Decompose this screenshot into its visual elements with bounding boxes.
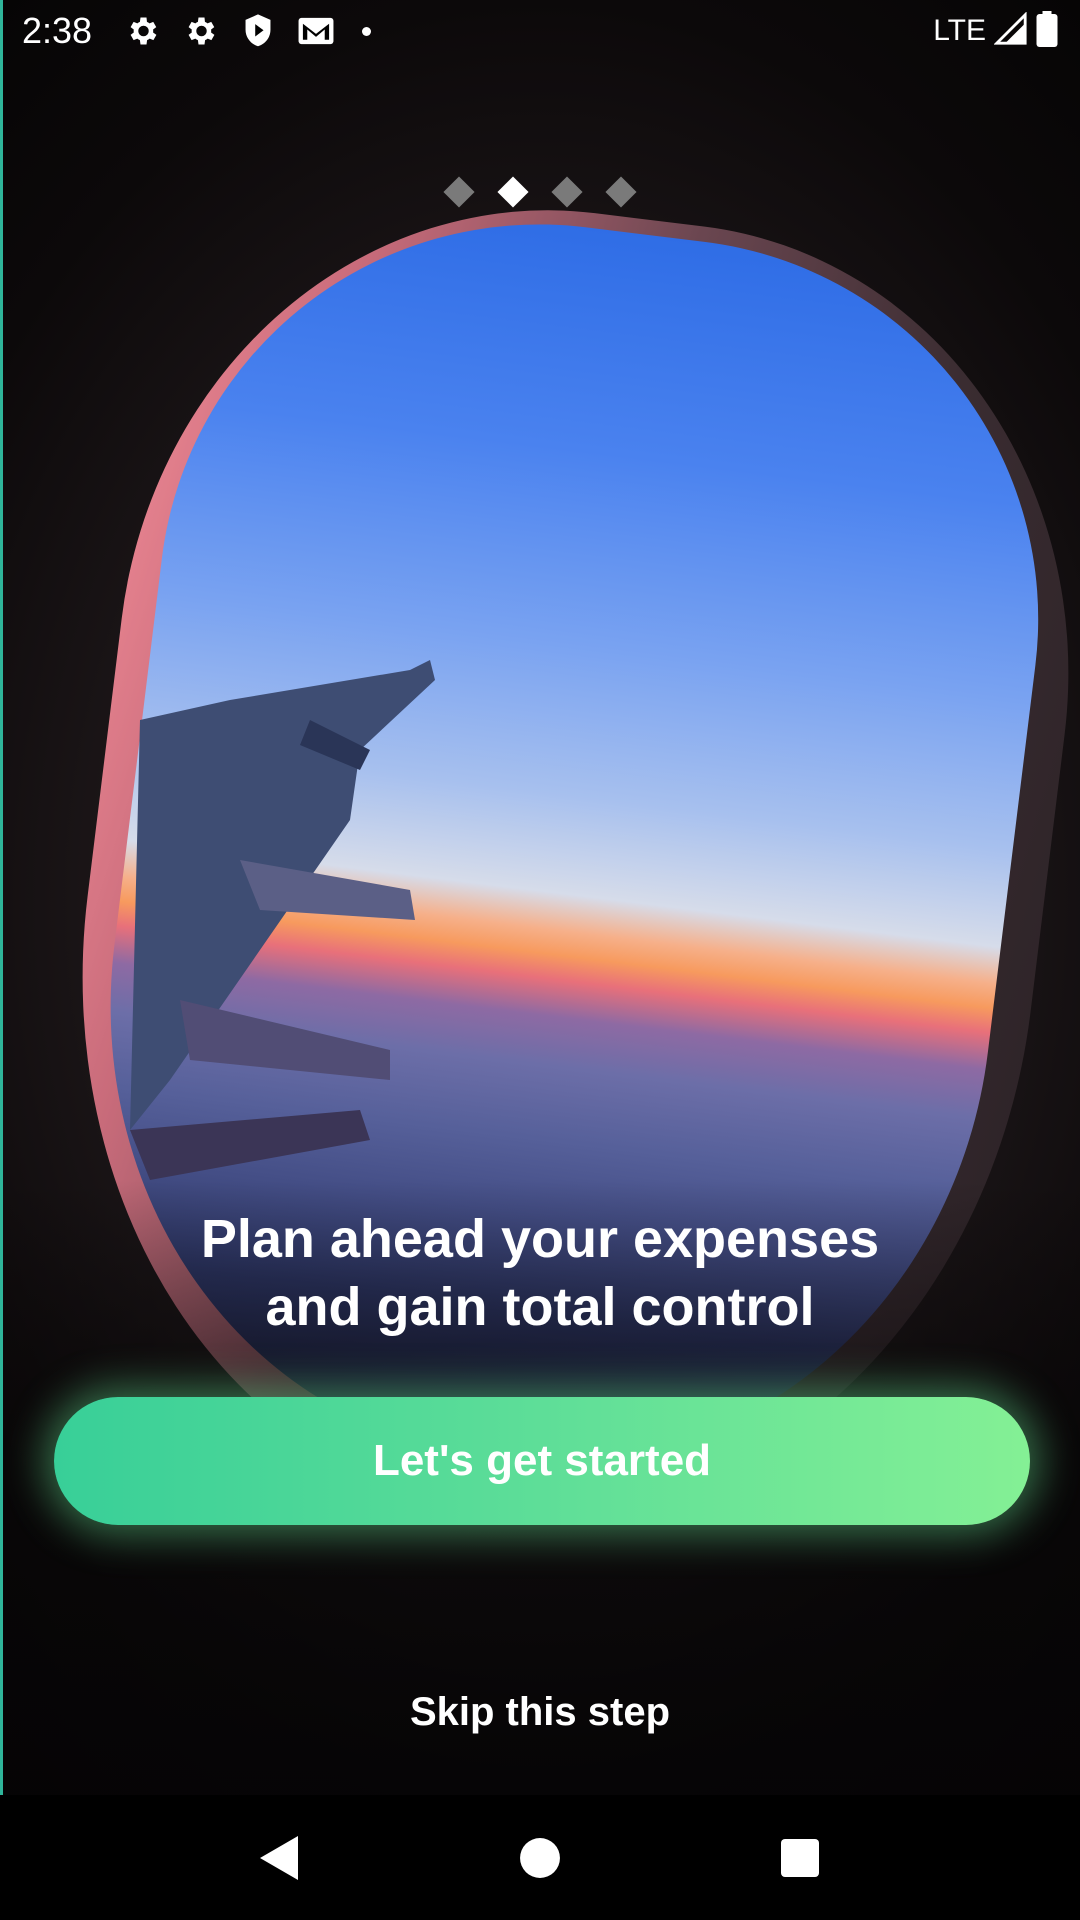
battery-icon bbox=[1036, 10, 1058, 52]
gmail-icon bbox=[296, 11, 336, 51]
back-icon[interactable] bbox=[240, 1818, 320, 1898]
background-airplane-window bbox=[0, 0, 1080, 1795]
home-icon[interactable] bbox=[500, 1818, 580, 1898]
signal-icon bbox=[993, 10, 1028, 51]
page-indicator-dot[interactable] bbox=[443, 176, 475, 208]
settings-icon bbox=[180, 11, 220, 51]
status-bar: 2:38 LTE bbox=[0, 0, 1080, 62]
status-time: 2:38 bbox=[22, 10, 93, 51]
recents-icon[interactable] bbox=[760, 1818, 840, 1898]
left-edge-accent bbox=[0, 0, 3, 1795]
page-indicator-dot[interactable] bbox=[551, 176, 583, 208]
headline-line-1: Plan ahead your expenses bbox=[200, 1209, 880, 1269]
headline-line-2: and gain total control bbox=[265, 1277, 815, 1337]
settings-icon bbox=[122, 11, 162, 51]
get-started-button[interactable]: Let's get started bbox=[54, 1397, 1030, 1525]
skip-step-link[interactable]: Skip this step bbox=[0, 1690, 1080, 1735]
notification-dot bbox=[362, 26, 372, 36]
system-nav-bar bbox=[0, 1795, 1080, 1920]
shield-play-icon bbox=[238, 11, 278, 51]
onboarding-headline: Plan ahead your expenses and gain total … bbox=[0, 1205, 1080, 1341]
status-right: LTE bbox=[933, 10, 1058, 52]
page-indicator-dot-active[interactable] bbox=[497, 176, 529, 208]
network-type: LTE bbox=[933, 14, 986, 47]
page-indicator bbox=[0, 176, 1080, 208]
airplane-wing-image bbox=[130, 660, 435, 1180]
page-indicator-dot[interactable] bbox=[605, 176, 637, 208]
